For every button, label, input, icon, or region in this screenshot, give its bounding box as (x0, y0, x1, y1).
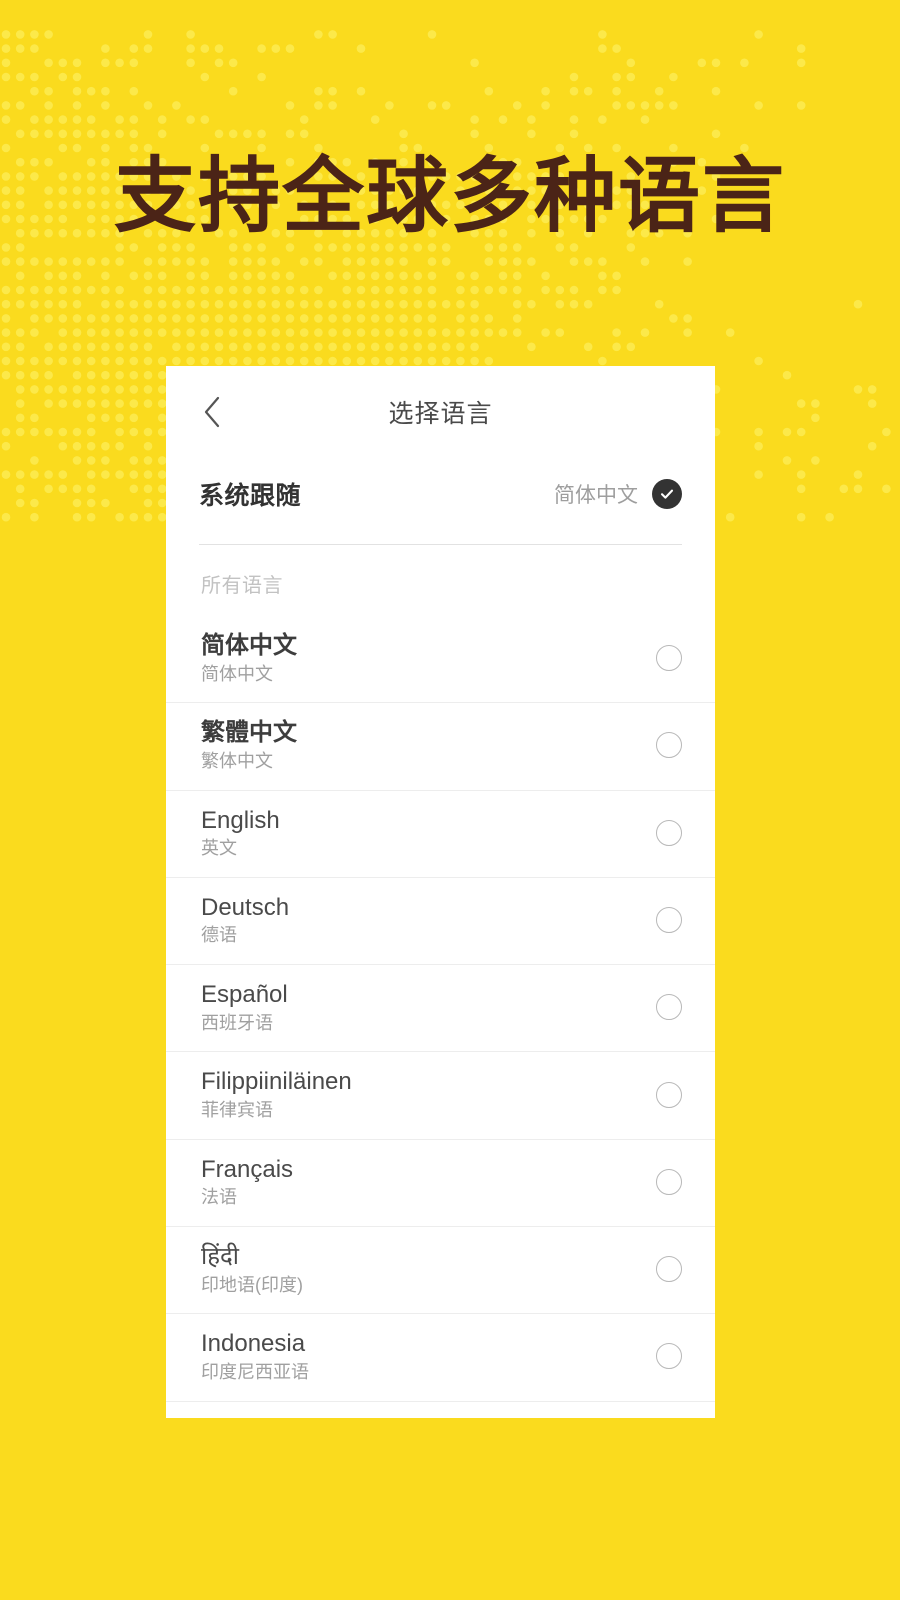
language-native-name: English (201, 806, 280, 834)
check-icon[interactable] (652, 479, 682, 509)
language-translated-name: 英文 (201, 838, 237, 859)
language-native-name: Filippiiniläinen (201, 1068, 352, 1096)
language-row[interactable]: Español 西班牙语 (166, 964, 715, 1051)
language-native-name: Français (201, 1155, 294, 1183)
radio-button[interactable] (656, 1081, 682, 1108)
language-text: हिंदी 印地语(印度) (201, 1243, 303, 1295)
language-row[interactable]: Deutsch 德语 (166, 876, 715, 964)
radio-button[interactable] (656, 994, 682, 1021)
language-row[interactable]: Indonesia 印度尼西亚语 (166, 1313, 715, 1400)
language-translated-name: 繁体中文 (201, 750, 273, 771)
language-native-name: Deutsch (201, 893, 290, 921)
language-row[interactable]: हिंदी 印地语(印度) (166, 1225, 715, 1313)
language-translated-name: 西班牙语 (201, 1012, 273, 1033)
radio-button[interactable] (656, 645, 682, 672)
language-row[interactable]: 简体中文 简体中文 (166, 616, 715, 702)
radio-button[interactable] (656, 1343, 682, 1370)
language-row[interactable]: English 英文 (166, 789, 715, 877)
language-translated-name: 德语 (201, 925, 237, 946)
nav-title: 选择语言 (388, 400, 493, 428)
radio-button[interactable] (656, 1168, 682, 1195)
language-text: 简体中文 简体中文 (201, 632, 297, 684)
system-follow-value-group: 简体中文 (554, 479, 682, 509)
language-translated-name: 简体中文 (201, 663, 273, 684)
phone-screen-card: 选择语言 系统跟随 简体中文 所有语言 简体中文 简体中文 繁體中文 繁体中文 Engl… (166, 366, 715, 1418)
radio-button[interactable] (656, 732, 682, 759)
language-translated-name: 印地语(印度) (201, 1274, 303, 1295)
language-row[interactable]: Français 法语 (166, 1138, 715, 1226)
language-translated-name: 印度尼西亚语 (201, 1361, 309, 1382)
page-title: 支持全球多种语言 (113, 149, 786, 244)
language-native-name: Español (201, 981, 288, 1009)
language-text: 繁體中文 繁体中文 (201, 719, 297, 771)
radio-button[interactable] (656, 906, 682, 933)
language-text: English 英文 (201, 807, 280, 859)
language-text: Deutsch 德语 (201, 894, 289, 946)
language-text: Français 法语 (201, 1156, 293, 1208)
language-native-name: 简体中文 (201, 632, 297, 659)
language-native-name: Indonesia (201, 1330, 306, 1358)
language-text: Filippiiniläinen 菲律宾语 (201, 1068, 352, 1120)
section-header-all-languages: 所有语言 (201, 575, 283, 597)
radio-button[interactable] (656, 819, 682, 846)
language-row[interactable]: Filippiiniläinen 菲律宾语 (166, 1051, 715, 1138)
language-row[interactable]: 繁體中文 繁体中文 (166, 702, 715, 789)
language-native-name: हिंदी (201, 1242, 239, 1270)
system-follow-label: 系统跟随 (199, 482, 302, 510)
language-text: Indonesia 印度尼西亚语 (201, 1330, 309, 1382)
language-text: Español 西班牙语 (201, 981, 288, 1033)
language-translated-name: 菲律宾语 (201, 1100, 273, 1120)
nav-bar: 选择语言 (166, 366, 715, 458)
radio-button[interactable] (656, 1256, 682, 1283)
language-translated-name: 法语 (201, 1187, 237, 1208)
language-native-name: 繁體中文 (201, 719, 297, 747)
language-list: 简体中文 简体中文 繁體中文 繁体中文 English 英文 Deutsch 德语 Españo… (166, 616, 715, 1418)
system-follow-value: 简体中文 (554, 484, 638, 507)
language-row[interactable]: 日本語 (166, 1400, 715, 1418)
system-follow-row[interactable]: 系统跟随 简体中文 (166, 458, 715, 530)
